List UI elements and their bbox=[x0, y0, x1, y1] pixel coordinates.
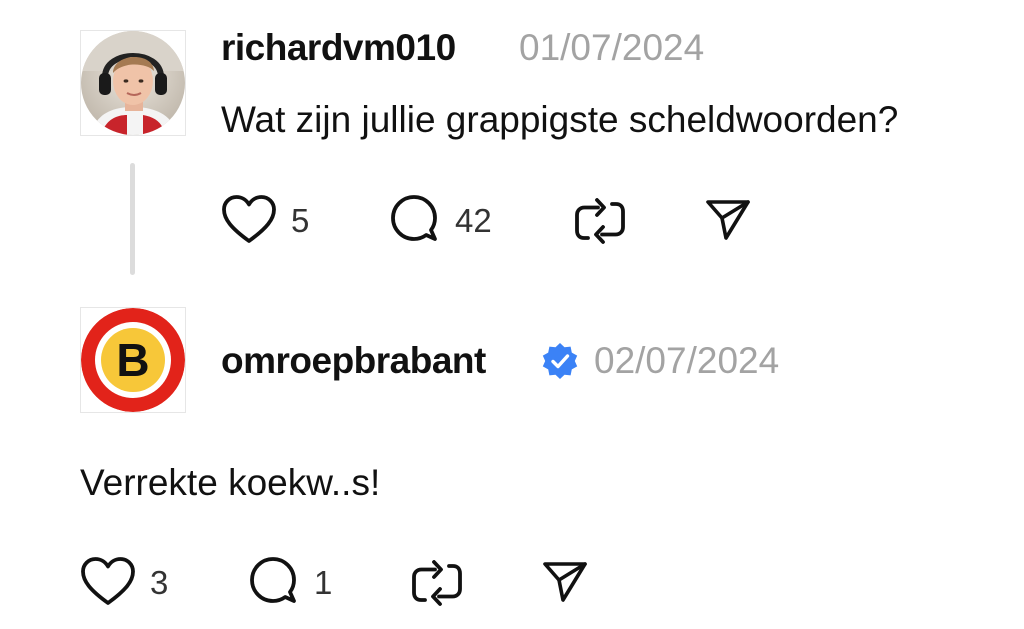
heart-icon bbox=[222, 195, 276, 243]
like-count: 5 bbox=[291, 201, 310, 239]
repost-button[interactable] bbox=[572, 194, 628, 248]
avatar-omroepbrabant[interactable]: B bbox=[81, 308, 185, 412]
repost-icon bbox=[412, 560, 462, 606]
share-button[interactable] bbox=[704, 196, 752, 244]
comment-icon bbox=[391, 195, 437, 241]
avatar-photo bbox=[81, 31, 185, 135]
comment-icon bbox=[250, 557, 296, 603]
post-text: Wat zijn jullie grappigste scheldwoorden… bbox=[221, 99, 899, 140]
thread-connector-line bbox=[130, 163, 135, 275]
repost-icon bbox=[575, 198, 625, 244]
omroepbrabant-logo: B bbox=[81, 308, 185, 412]
comment-count: 42 bbox=[455, 201, 492, 239]
post-date: 02/07/2024 bbox=[594, 340, 780, 381]
send-icon bbox=[706, 200, 750, 240]
send-icon bbox=[543, 562, 587, 602]
like-button[interactable]: 3 bbox=[80, 556, 168, 608]
username[interactable]: omroepbrabant bbox=[221, 342, 486, 379]
repost-button[interactable] bbox=[409, 556, 465, 610]
username[interactable]: richardvm010 bbox=[221, 29, 456, 66]
heart-icon bbox=[81, 557, 135, 605]
comment-count: 1 bbox=[314, 563, 333, 601]
comment-button[interactable]: 42 bbox=[387, 193, 492, 247]
verified-badge-icon bbox=[542, 343, 578, 379]
avatar-richardvm010[interactable] bbox=[81, 31, 185, 135]
post-text: Verrekte koekw..s! bbox=[80, 462, 381, 503]
comment-button[interactable]: 1 bbox=[246, 555, 332, 609]
share-button[interactable] bbox=[541, 558, 589, 606]
like-button[interactable]: 5 bbox=[221, 194, 309, 246]
svg-text:B: B bbox=[116, 334, 149, 386]
post-date: 01/07/2024 bbox=[519, 27, 705, 68]
like-count: 3 bbox=[150, 563, 169, 601]
